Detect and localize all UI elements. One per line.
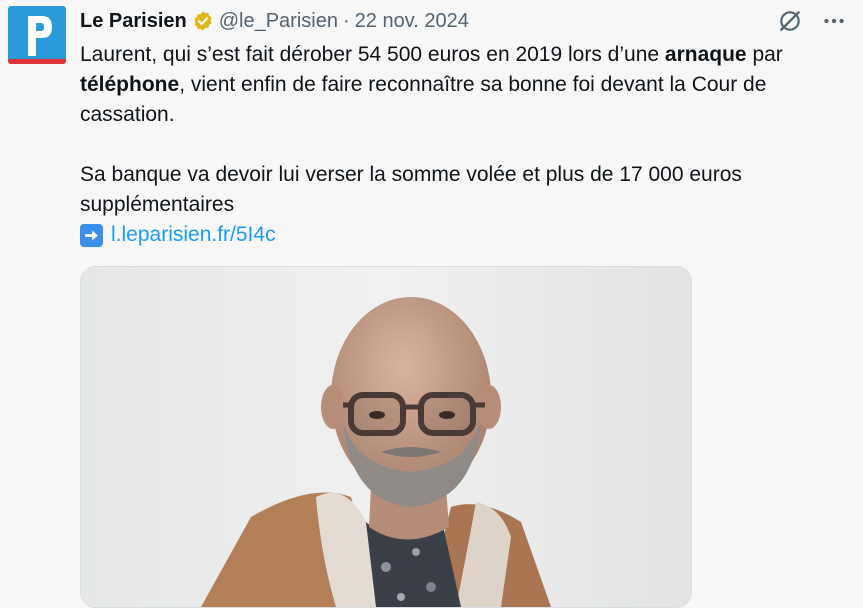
tweet-paragraph-2: Sa banque va devoir lui verser la somme … — [80, 163, 742, 216]
tweet-link-line: l.leparisien.fr/5I4c — [80, 220, 850, 250]
portrait-photo — [81, 267, 691, 607]
grok-icon[interactable] — [777, 8, 803, 39]
bold-arnaque: arnaque — [664, 43, 747, 66]
logo-red-bar — [8, 59, 66, 64]
tweet-date[interactable]: 22 nov. 2024 — [355, 10, 469, 33]
verified-badge-icon[interactable] — [192, 10, 214, 32]
right-arrow-icon — [80, 223, 103, 247]
tweet-text: Laurent, qui s’est fait dérober 54 500 e… — [80, 40, 850, 250]
tweet-header: Le Parisien @le_Parisien · 22 nov. 2024 — [80, 8, 469, 34]
author-handle[interactable]: @le_Parisien — [219, 10, 338, 33]
author-avatar[interactable] — [8, 6, 66, 64]
author-name[interactable]: Le Parisien — [80, 10, 187, 33]
more-icon[interactable] — [821, 8, 847, 39]
tweet-paragraph-1: Laurent, qui s’est fait dérober 54 500 e… — [80, 43, 783, 126]
separator-dot: · — [342, 9, 350, 32]
tweet-link[interactable]: l.leparisien.fr/5I4c — [111, 220, 276, 250]
tweet-actions-top — [777, 8, 847, 39]
tweet-media-image[interactable] — [80, 266, 692, 608]
bold-telephone: téléphone — [80, 73, 180, 96]
parisien-logo-icon — [28, 16, 52, 56]
